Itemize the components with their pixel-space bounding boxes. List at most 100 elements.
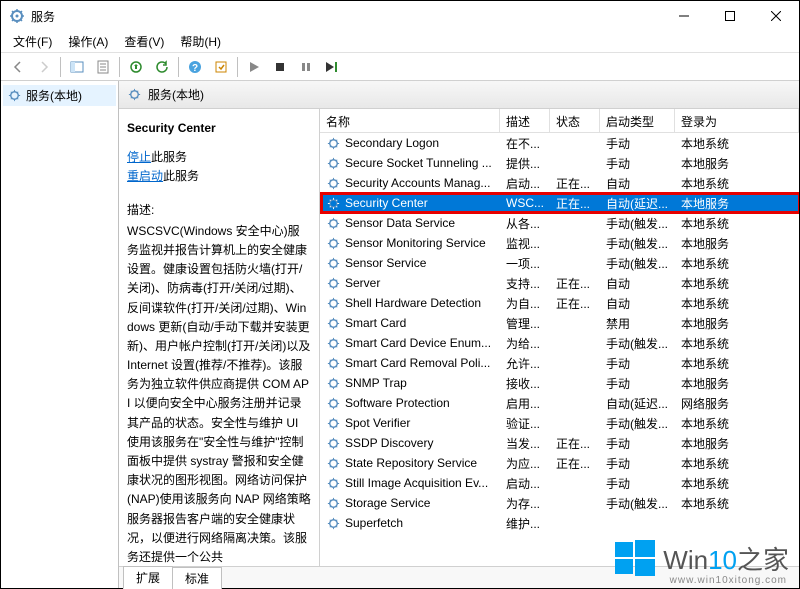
service-name: Still Image Acquisition Ev...: [345, 476, 488, 490]
service-name: Shell Hardware Detection: [345, 296, 481, 310]
restart-link[interactable]: 重启动: [127, 169, 163, 183]
service-startup: 自动: [600, 295, 675, 312]
pause-service-button[interactable]: [294, 55, 318, 79]
col-status[interactable]: 状态: [550, 109, 600, 132]
gear-icon: [326, 456, 341, 471]
col-desc[interactable]: 描述: [500, 109, 550, 132]
window-title: 服务: [31, 8, 55, 25]
service-row[interactable]: Superfetch维护...: [320, 513, 799, 533]
col-startup[interactable]: 启动类型: [600, 109, 675, 132]
stop-link[interactable]: 停止: [127, 150, 151, 164]
service-row[interactable]: Spot Verifier验证...手动(触发...本地系统: [320, 413, 799, 433]
forward-button[interactable]: [32, 55, 56, 79]
gear-icon: [326, 396, 341, 411]
service-row[interactable]: Shell Hardware Detection为自...正在...自动本地系统: [320, 293, 799, 313]
service-row[interactable]: Sensor Monitoring Service监视...手动(触发...本地…: [320, 233, 799, 253]
service-row[interactable]: Security Accounts Manag...启动...正在...自动本地…: [320, 173, 799, 193]
watermark-url: www.win10xitong.com: [670, 575, 787, 586]
list-header: 名称 描述 状态 启动类型 登录为: [320, 109, 799, 133]
service-row[interactable]: Still Image Acquisition Ev...启动...手动本地系统: [320, 473, 799, 493]
gear-icon: [326, 416, 341, 431]
service-row[interactable]: Security CenterWSC...正在...自动(延迟...本地服务: [320, 193, 799, 213]
service-row[interactable]: Smart Card Removal Poli...允许...手动本地系统: [320, 353, 799, 373]
service-status: 正在...: [550, 295, 600, 312]
restart-service-button[interactable]: [320, 55, 344, 79]
menu-file[interactable]: 文件(F): [5, 31, 60, 52]
menu-action[interactable]: 操作(A): [60, 31, 116, 52]
refresh-button[interactable]: [150, 55, 174, 79]
service-row[interactable]: Secure Socket Tunneling ...提供...手动本地服务: [320, 153, 799, 173]
gear-icon: [326, 176, 341, 191]
service-name: Server: [345, 276, 380, 290]
service-logon: 本地系统: [675, 335, 799, 352]
service-logon: 本地系统: [675, 415, 799, 432]
service-name: Spot Verifier: [345, 416, 410, 430]
col-name[interactable]: 名称: [320, 109, 500, 132]
service-row[interactable]: Server支持...正在...自动本地系统: [320, 273, 799, 293]
service-rows[interactable]: Secondary Logon在不...手动本地系统Secure Socket …: [320, 133, 799, 566]
gear-icon: [326, 256, 341, 271]
service-row[interactable]: SSDP Discovery当发...正在...手动本地服务: [320, 433, 799, 453]
help-button[interactable]: ?: [183, 55, 207, 79]
service-startup: 手动(触发...: [600, 415, 675, 432]
service-status: 正在...: [550, 455, 600, 472]
gear-icon: [326, 236, 341, 251]
window-controls: [661, 1, 799, 31]
service-action-links: 停止此服务 重启动此服务: [127, 148, 311, 186]
service-logon: 网络服务: [675, 395, 799, 412]
tree-pane: 服务(本地): [1, 81, 119, 588]
service-startup: 自动(延迟...: [600, 195, 675, 212]
service-row[interactable]: Smart Card Device Enum...为给...手动(触发...本地…: [320, 333, 799, 353]
export-button[interactable]: [124, 55, 148, 79]
maximize-button[interactable]: [707, 1, 753, 31]
service-startup: 手动: [600, 475, 675, 492]
menu-help[interactable]: 帮助(H): [172, 31, 229, 52]
menu-view[interactable]: 查看(V): [116, 31, 172, 52]
services-icon: [9, 8, 25, 24]
tab-standard[interactable]: 标准: [172, 567, 222, 589]
col-logon[interactable]: 登录为: [675, 109, 799, 132]
service-logon: 本地系统: [675, 495, 799, 512]
service-desc: 启动...: [500, 175, 550, 192]
tree-root-item[interactable]: 服务(本地): [3, 85, 116, 106]
toolbar-separator: [119, 57, 120, 77]
service-row[interactable]: Smart Card管理...禁用本地服务: [320, 313, 799, 333]
service-desc: 在不...: [500, 135, 550, 152]
gear-icon: [326, 316, 341, 331]
action-button[interactable]: [209, 55, 233, 79]
link-suffix: 此服务: [151, 150, 187, 164]
back-button[interactable]: [6, 55, 30, 79]
service-status: 正在...: [550, 175, 600, 192]
start-service-button[interactable]: [242, 55, 266, 79]
toolbar-separator: [60, 57, 61, 77]
service-row[interactable]: State Repository Service为应...正在...手动本地系统: [320, 453, 799, 473]
show-hide-tree-button[interactable]: [65, 55, 89, 79]
service-row[interactable]: Sensor Data Service从各...手动(触发...本地系统: [320, 213, 799, 233]
service-desc: WSC...: [500, 196, 550, 210]
stop-service-button[interactable]: [268, 55, 292, 79]
service-row[interactable]: Storage Service为存...手动(触发...本地系统: [320, 493, 799, 513]
service-row[interactable]: SNMP Trap接收...手动本地服务: [320, 373, 799, 393]
gear-icon: [326, 136, 341, 151]
close-button[interactable]: [753, 1, 799, 31]
service-row[interactable]: Software Protection启用...自动(延迟...网络服务: [320, 393, 799, 413]
tab-extended[interactable]: 扩展: [123, 566, 173, 589]
service-desc: 支持...: [500, 275, 550, 292]
service-desc: 为给...: [500, 335, 550, 352]
minimize-button[interactable]: [661, 1, 707, 31]
service-logon: 本地系统: [675, 175, 799, 192]
service-row[interactable]: Sensor Service一项...手动(触发...本地系统: [320, 253, 799, 273]
service-startup: 自动: [600, 175, 675, 192]
gear-icon: [326, 356, 341, 371]
selected-service-name: Security Center: [127, 119, 311, 138]
gear-icon: [326, 196, 341, 211]
service-name: Sensor Service: [345, 256, 426, 270]
properties-button[interactable]: [91, 55, 115, 79]
service-name: SSDP Discovery: [345, 436, 433, 450]
service-logon: 本地系统: [675, 135, 799, 152]
gear-icon: [7, 88, 22, 103]
service-row[interactable]: Secondary Logon在不...手动本地系统: [320, 133, 799, 153]
service-logon: 本地服务: [675, 195, 799, 212]
service-startup: 禁用: [600, 315, 675, 332]
service-startup: 手动(触发...: [600, 215, 675, 232]
